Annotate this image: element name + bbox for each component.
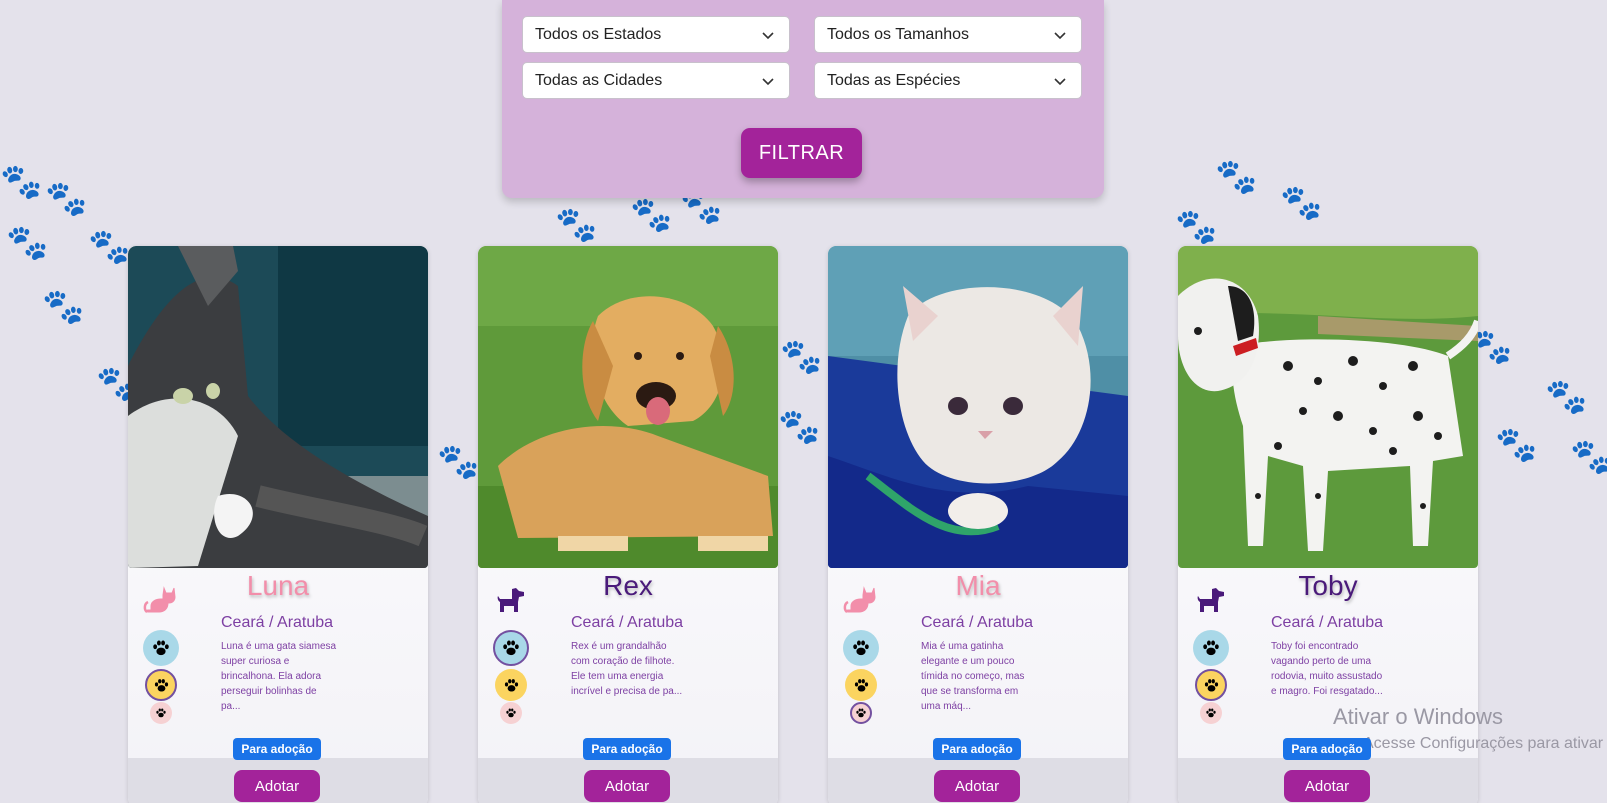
status-badge: Para adoção (233, 738, 321, 760)
pet-location: Ceará / Aratuba (571, 614, 684, 631)
paw-icon (853, 677, 870, 694)
trait-paw-medium[interactable] (845, 669, 877, 701)
paw-icon: 🐾 (778, 408, 821, 446)
adopt-button[interactable]: Adotar (584, 770, 670, 802)
paw-icon (505, 707, 517, 719)
chevron-down-icon (762, 31, 774, 39)
size-select-value: Todos os Tamanhos (827, 25, 970, 43)
trait-paw-small[interactable] (500, 702, 522, 724)
chevron-down-icon (1054, 77, 1066, 85)
paw-icon: 🐾 (1215, 158, 1258, 196)
paw-icon (1205, 707, 1217, 719)
paw-icon: 🐾 (555, 206, 598, 244)
adopt-button[interactable]: Adotar (234, 770, 320, 802)
pet-photo[interactable] (828, 246, 1128, 568)
state-select[interactable]: Todos os Estados (522, 16, 790, 53)
filter-button[interactable]: FILTRAR (741, 128, 862, 178)
trait-paw-medium[interactable] (1195, 669, 1227, 701)
pet-photo[interactable] (128, 246, 428, 568)
paw-icon (501, 638, 521, 658)
paw-icon: 🐾 (0, 163, 43, 201)
chevron-down-icon (762, 77, 774, 85)
pet-info: Luna Ceará / Aratuba Luna é uma gata sia… (128, 568, 428, 758)
pet-name: Toby (1298, 570, 1358, 601)
paw-icon: 🐾 (1175, 208, 1218, 246)
pet-card: Rex Ceará / Aratuba Rex é um grandalhão … (478, 246, 778, 803)
pet-description: Rex é um grandalhão com coração de filho… (571, 641, 683, 697)
watermark-subtitle: Acesse Configurações para ativar o (1363, 735, 1607, 752)
pet-info: Mia Ceará / Aratuba Mia é uma gatinha el… (828, 568, 1128, 758)
pet-name: Luna (246, 570, 310, 601)
pet-location: Ceará / Aratuba (921, 614, 1034, 631)
paw-icon (1201, 638, 1221, 658)
pet-location: Ceará / Aratuba (1271, 614, 1384, 631)
paw-icon: 🐾 (780, 338, 823, 376)
paw-icon: 🐾 (1570, 438, 1607, 476)
species-select[interactable]: Todas as Espécies (814, 62, 1082, 99)
paw-icon: 🐾 (630, 196, 673, 234)
pet-photo[interactable] (1178, 246, 1478, 568)
status-badge: Para adoção (933, 738, 1021, 760)
pet-info: Rex Ceará / Aratuba Rex é um grandalhão … (478, 568, 778, 758)
trait-paw-small[interactable] (150, 702, 172, 724)
paw-icon (1203, 677, 1220, 694)
paw-icon: 🐾 (1545, 378, 1588, 416)
trait-paw-large[interactable] (493, 630, 529, 666)
pet-photo[interactable] (478, 246, 778, 568)
species-select-value: Todas as Espécies (827, 71, 961, 89)
adopt-button[interactable]: Adotar (1284, 770, 1370, 802)
paw-icon (155, 707, 167, 719)
pet-description: Luna é uma gata siamesa super curiosa e … (221, 641, 337, 712)
chevron-down-icon (1054, 31, 1066, 39)
paw-icon: 🐾 (437, 443, 480, 481)
pet-card: Luna Ceará / Aratuba Luna é uma gata sia… (128, 246, 428, 803)
pet-name: Rex (603, 570, 653, 601)
city-select-value: Todas as Cidades (535, 71, 663, 89)
pet-description: Mia é uma gatinha elegante e um pouco tí… (921, 641, 1025, 712)
watermark-title: Ativar o Windows (1333, 704, 1503, 729)
paw-icon: 🐾 (42, 288, 85, 326)
paw-icon: 🐾 (1280, 184, 1323, 222)
paw-icon (153, 677, 170, 694)
status-badge: Para adoção (583, 738, 671, 760)
paw-icon: 🐾 (6, 224, 49, 262)
trait-paw-large[interactable] (143, 630, 179, 666)
windows-activation-watermark: Ativar o Windows Acesse Configurações pa… (1333, 704, 1607, 753)
pet-description: Toby foi encontrado vagando perto de uma… (1271, 641, 1383, 697)
trait-paw-medium[interactable] (145, 669, 177, 701)
trait-paw-large[interactable] (1193, 630, 1229, 666)
trait-paw-large[interactable] (843, 630, 879, 666)
paw-icon: 🐾 (1495, 426, 1538, 464)
paw-icon (855, 707, 867, 719)
filter-panel: Todos os Estados Todos os Tamanhos Todas… (502, 0, 1104, 198)
trait-paw-medium[interactable] (495, 669, 527, 701)
paw-icon (851, 638, 871, 658)
trait-paw-small[interactable] (850, 702, 872, 724)
pet-card: Mia Ceará / Aratuba Mia é uma gatinha el… (828, 246, 1128, 803)
paw-icon: 🐾 (45, 180, 88, 218)
paw-icon (151, 638, 171, 658)
paw-icon: 🐾 (88, 228, 131, 266)
trait-paw-small[interactable] (1200, 702, 1222, 724)
city-select[interactable]: Todas as Cidades (522, 62, 790, 99)
paw-icon (503, 677, 520, 694)
size-select[interactable]: Todos os Tamanhos (814, 16, 1082, 53)
adopt-button[interactable]: Adotar (934, 770, 1020, 802)
status-badge: Para adoção (1283, 738, 1371, 760)
state-select-value: Todos os Estados (535, 25, 662, 43)
pet-name: Mia (955, 570, 1001, 601)
pet-location: Ceará / Aratuba (221, 614, 334, 631)
